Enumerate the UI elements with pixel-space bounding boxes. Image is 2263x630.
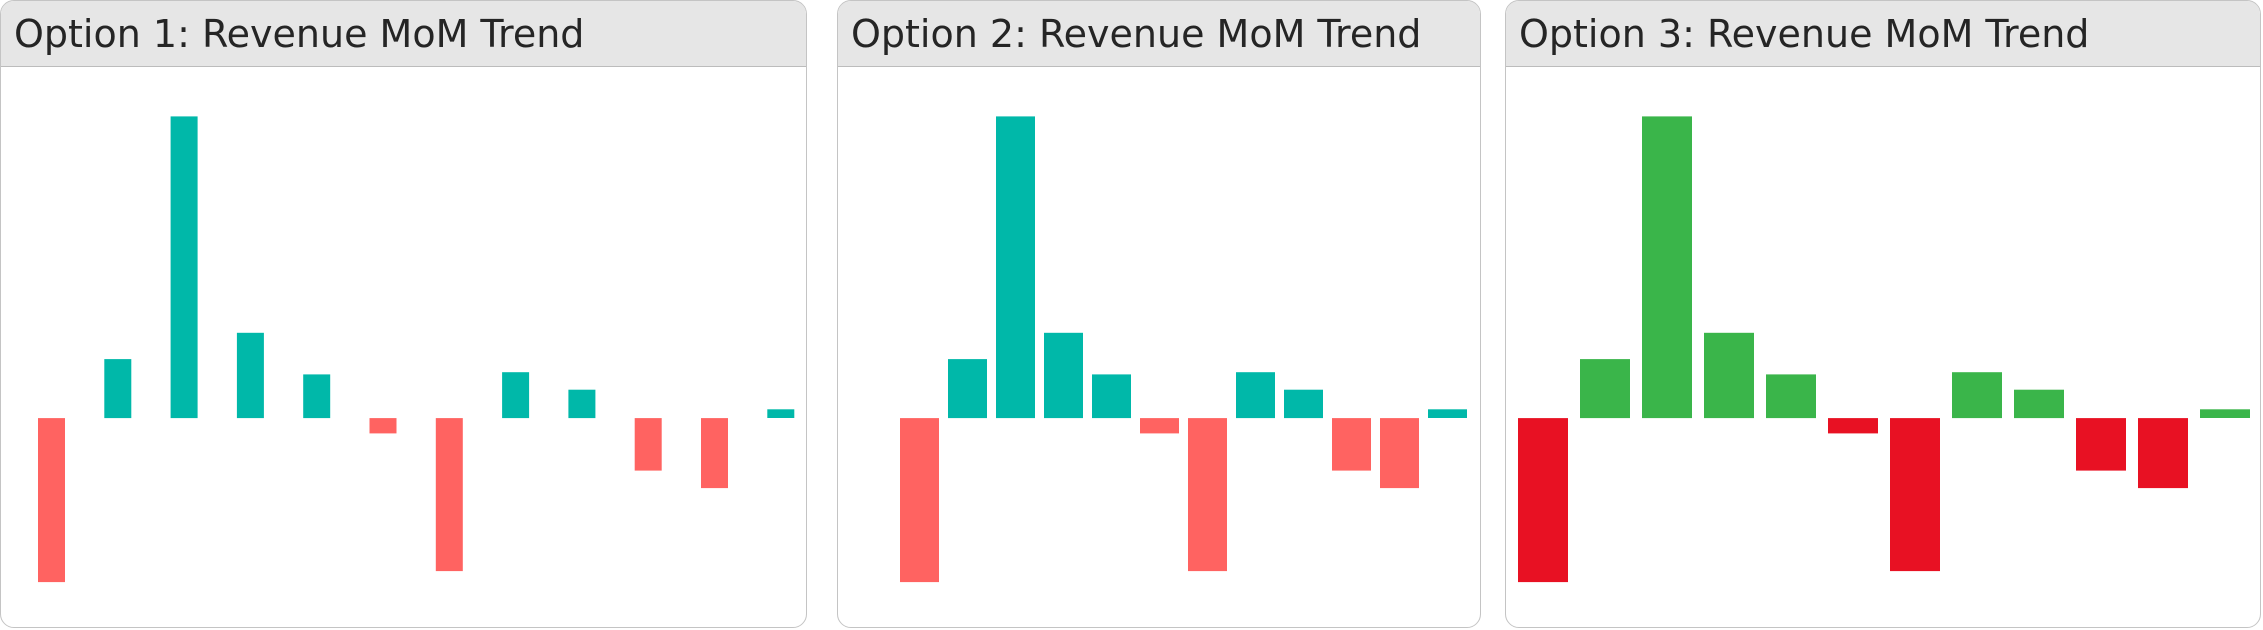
bar-8 bbox=[502, 372, 530, 419]
panel-title: Option 2: Revenue MoM Trend bbox=[838, 1, 1480, 67]
bar-1 bbox=[38, 418, 65, 583]
chart-panel-option-1: Option 1: Revenue MoM Trend bbox=[0, 0, 807, 628]
bar-2 bbox=[104, 359, 132, 419]
bar-11 bbox=[2138, 418, 2188, 489]
bar-2 bbox=[948, 359, 987, 419]
bar-9 bbox=[2014, 389, 2064, 419]
bar-7 bbox=[1188, 418, 1227, 572]
bar-8 bbox=[1236, 372, 1275, 419]
bar-2 bbox=[1580, 359, 1630, 419]
bar-5 bbox=[303, 374, 331, 419]
bar-6 bbox=[1828, 418, 1878, 434]
bar-10 bbox=[634, 418, 662, 471]
bar-8 bbox=[1952, 372, 2002, 419]
bar-9 bbox=[568, 389, 596, 419]
bar-chart bbox=[1518, 116, 2250, 583]
bar-chart bbox=[38, 116, 795, 583]
bar-10 bbox=[2076, 418, 2126, 471]
chart-panel-option-3: Option 3: Revenue MoM Trend bbox=[1505, 0, 2261, 628]
bar-12 bbox=[1428, 409, 1467, 418]
chart-area bbox=[838, 67, 1480, 627]
bar-5 bbox=[1092, 374, 1131, 419]
chart-area bbox=[1506, 67, 2260, 627]
bar-7 bbox=[1890, 418, 1940, 572]
chart-panel-option-2: Option 2: Revenue MoM Trend bbox=[837, 0, 1481, 628]
panel-title: Option 1: Revenue MoM Trend bbox=[1, 1, 806, 67]
bar-3 bbox=[170, 116, 198, 419]
bar-6 bbox=[369, 418, 397, 434]
bar-11 bbox=[1380, 418, 1419, 489]
bar-3 bbox=[996, 116, 1035, 419]
bar-5 bbox=[1766, 374, 1816, 419]
bar-3 bbox=[1642, 116, 1692, 419]
chart-area bbox=[1, 67, 806, 627]
bar-12 bbox=[767, 409, 795, 418]
bar-4 bbox=[236, 332, 264, 419]
bar-1 bbox=[1518, 418, 1568, 583]
bar-12 bbox=[2200, 409, 2250, 418]
bar-10 bbox=[1332, 418, 1371, 471]
bar-4 bbox=[1044, 332, 1083, 419]
bar-7 bbox=[435, 418, 463, 572]
bar-11 bbox=[701, 418, 728, 489]
bar-1 bbox=[900, 418, 939, 583]
bar-9 bbox=[1284, 389, 1323, 419]
bar-chart bbox=[900, 116, 1467, 583]
panel-title: Option 3: Revenue MoM Trend bbox=[1506, 1, 2260, 67]
bar-4 bbox=[1704, 332, 1754, 419]
bar-6 bbox=[1140, 418, 1179, 434]
